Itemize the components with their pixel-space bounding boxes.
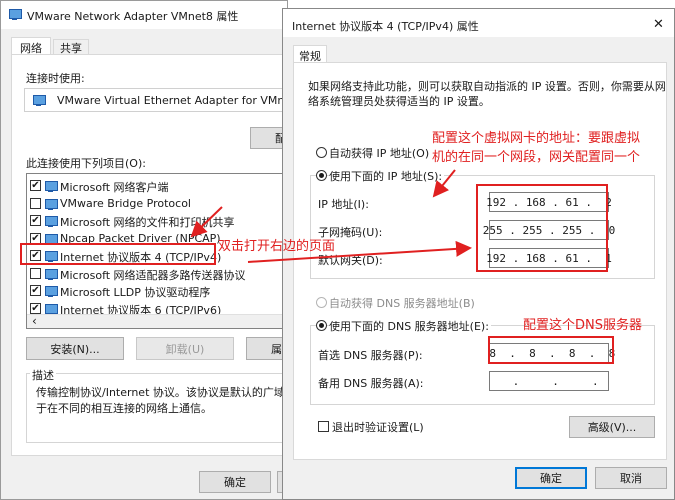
- ip-address-label: IP 地址(I):: [318, 198, 369, 211]
- item-label: VMware Bridge Protocol: [60, 196, 191, 210]
- title-bar[interactable]: Internet 协议版本 4 (TCP/IPv4) 属性 ✕: [283, 9, 674, 37]
- item-label: Microsoft 网络客户端: [60, 181, 169, 194]
- component-icon: [45, 216, 58, 227]
- item-checkbox[interactable]: ✔: [30, 285, 41, 296]
- ok-button[interactable]: 确定: [515, 467, 587, 489]
- list-item[interactable]: ✔ Microsoft 网络客户端: [27, 178, 287, 195]
- use-dns-radio[interactable]: [316, 320, 327, 331]
- component-icon: [45, 198, 58, 210]
- horizontal-scrollbar[interactable]: ‹: [27, 314, 287, 328]
- use-dns-label[interactable]: 使用下面的 DNS 服务器地址(E):: [329, 318, 491, 334]
- close-icon[interactable]: ✕: [653, 17, 664, 32]
- default-gateway-label: 默认网关(D):: [318, 254, 383, 267]
- adapter-icon: [33, 95, 46, 106]
- adapter-name: VMware Virtual Ethernet Adapter for VMne…: [57, 94, 288, 107]
- window-title: Internet 协议版本 4 (TCP/IPv4) 属性: [292, 20, 479, 33]
- scroll-left-icon[interactable]: ‹: [32, 314, 37, 328]
- uninstall-button: 卸载(U): [136, 337, 234, 360]
- description-label: 描述: [30, 367, 56, 383]
- item-checkbox[interactable]: ✔: [30, 215, 41, 226]
- auto-ip-label[interactable]: 自动获得 IP 地址(O): [329, 145, 429, 161]
- component-icon: [45, 303, 58, 315]
- intro-text: 如果网络支持此功能，则可以获取自动指派的 IP 设置。否则，你需要从网 络系统管…: [308, 80, 666, 108]
- component-icon: [45, 286, 58, 297]
- item-label: Microsoft 网络的文件和打印机共享: [60, 216, 235, 229]
- double-click-note: 双击打开右边的页面: [218, 239, 336, 254]
- alternate-dns-label: 备用 DNS 服务器(A):: [318, 377, 424, 390]
- ip-fields-highlight: [476, 184, 608, 272]
- component-icon: [45, 181, 58, 192]
- list-item[interactable]: Microsoft 网络适配器多路传送器协议: [27, 266, 287, 283]
- item-checkbox[interactable]: ✔: [30, 180, 41, 191]
- list-item[interactable]: VMware Bridge Protocol: [27, 196, 287, 213]
- tab-sharing[interactable]: 共享: [53, 39, 89, 55]
- list-item[interactable]: ✔ Microsoft 网络的文件和打印机共享: [27, 213, 287, 230]
- adapter-name-box: VMware Virtual Ethernet Adapter for VMne…: [24, 88, 288, 112]
- use-ip-radio[interactable]: [316, 170, 327, 181]
- window-title: VMware Network Adapter VMnet8 属性: [27, 10, 239, 23]
- item-label: Microsoft LLDP 协议驱动程序: [60, 286, 211, 299]
- connect-using-label: 连接时使用:: [26, 72, 85, 85]
- validate-checkbox[interactable]: [318, 421, 329, 432]
- network-adapter-icon: [9, 9, 22, 20]
- ipv4-item-highlight: [20, 243, 216, 265]
- auto-dns-radio: [316, 297, 327, 308]
- item-label: Microsoft 网络适配器多路传送器协议: [60, 268, 246, 282]
- validate-label[interactable]: 退出时验证设置(L): [332, 419, 424, 435]
- advanced-button[interactable]: 高级(V)...: [569, 416, 655, 438]
- use-ip-label[interactable]: 使用下面的 IP 地址(S):: [329, 168, 445, 184]
- ok-button[interactable]: 确定: [199, 471, 271, 493]
- auto-ip-radio[interactable]: [316, 147, 327, 158]
- alternate-dns-field[interactable]: . . .: [489, 371, 609, 391]
- item-checkbox[interactable]: [30, 267, 41, 279]
- tab-network[interactable]: 网络: [11, 37, 51, 55]
- tab-general[interactable]: 常规: [293, 45, 327, 63]
- list-item[interactable]: ✔ Microsoft LLDP 协议驱动程序: [27, 283, 287, 300]
- dns-field-highlight: [488, 336, 614, 364]
- cancel-button[interactable]: 取消: [595, 467, 667, 489]
- item-checkbox[interactable]: ✔: [30, 302, 41, 314]
- dns-config-note: 配置这个DNS服务器: [523, 318, 642, 333]
- preferred-dns-label: 首选 DNS 服务器(P):: [318, 349, 423, 362]
- title-bar[interactable]: VMware Network Adapter VMnet8 属性: [1, 1, 287, 29]
- description-text: 传输控制协议/Internet 协议。该协议是默认的广域网络 于在不同的相互连接…: [36, 386, 287, 415]
- item-checkbox[interactable]: ✔: [30, 232, 41, 244]
- install-button[interactable]: 安装(N)...: [26, 337, 124, 360]
- items-label: 此连接使用下列项目(O):: [26, 157, 146, 170]
- item-checkbox[interactable]: [30, 197, 41, 209]
- auto-dns-label: 自动获得 DNS 服务器地址(B): [329, 297, 475, 310]
- component-icon: [45, 268, 58, 280]
- ip-config-note: 配置这个虚拟网卡的地址：要跟虚拟 机的在同一个网段，网关配置同一个: [432, 131, 641, 165]
